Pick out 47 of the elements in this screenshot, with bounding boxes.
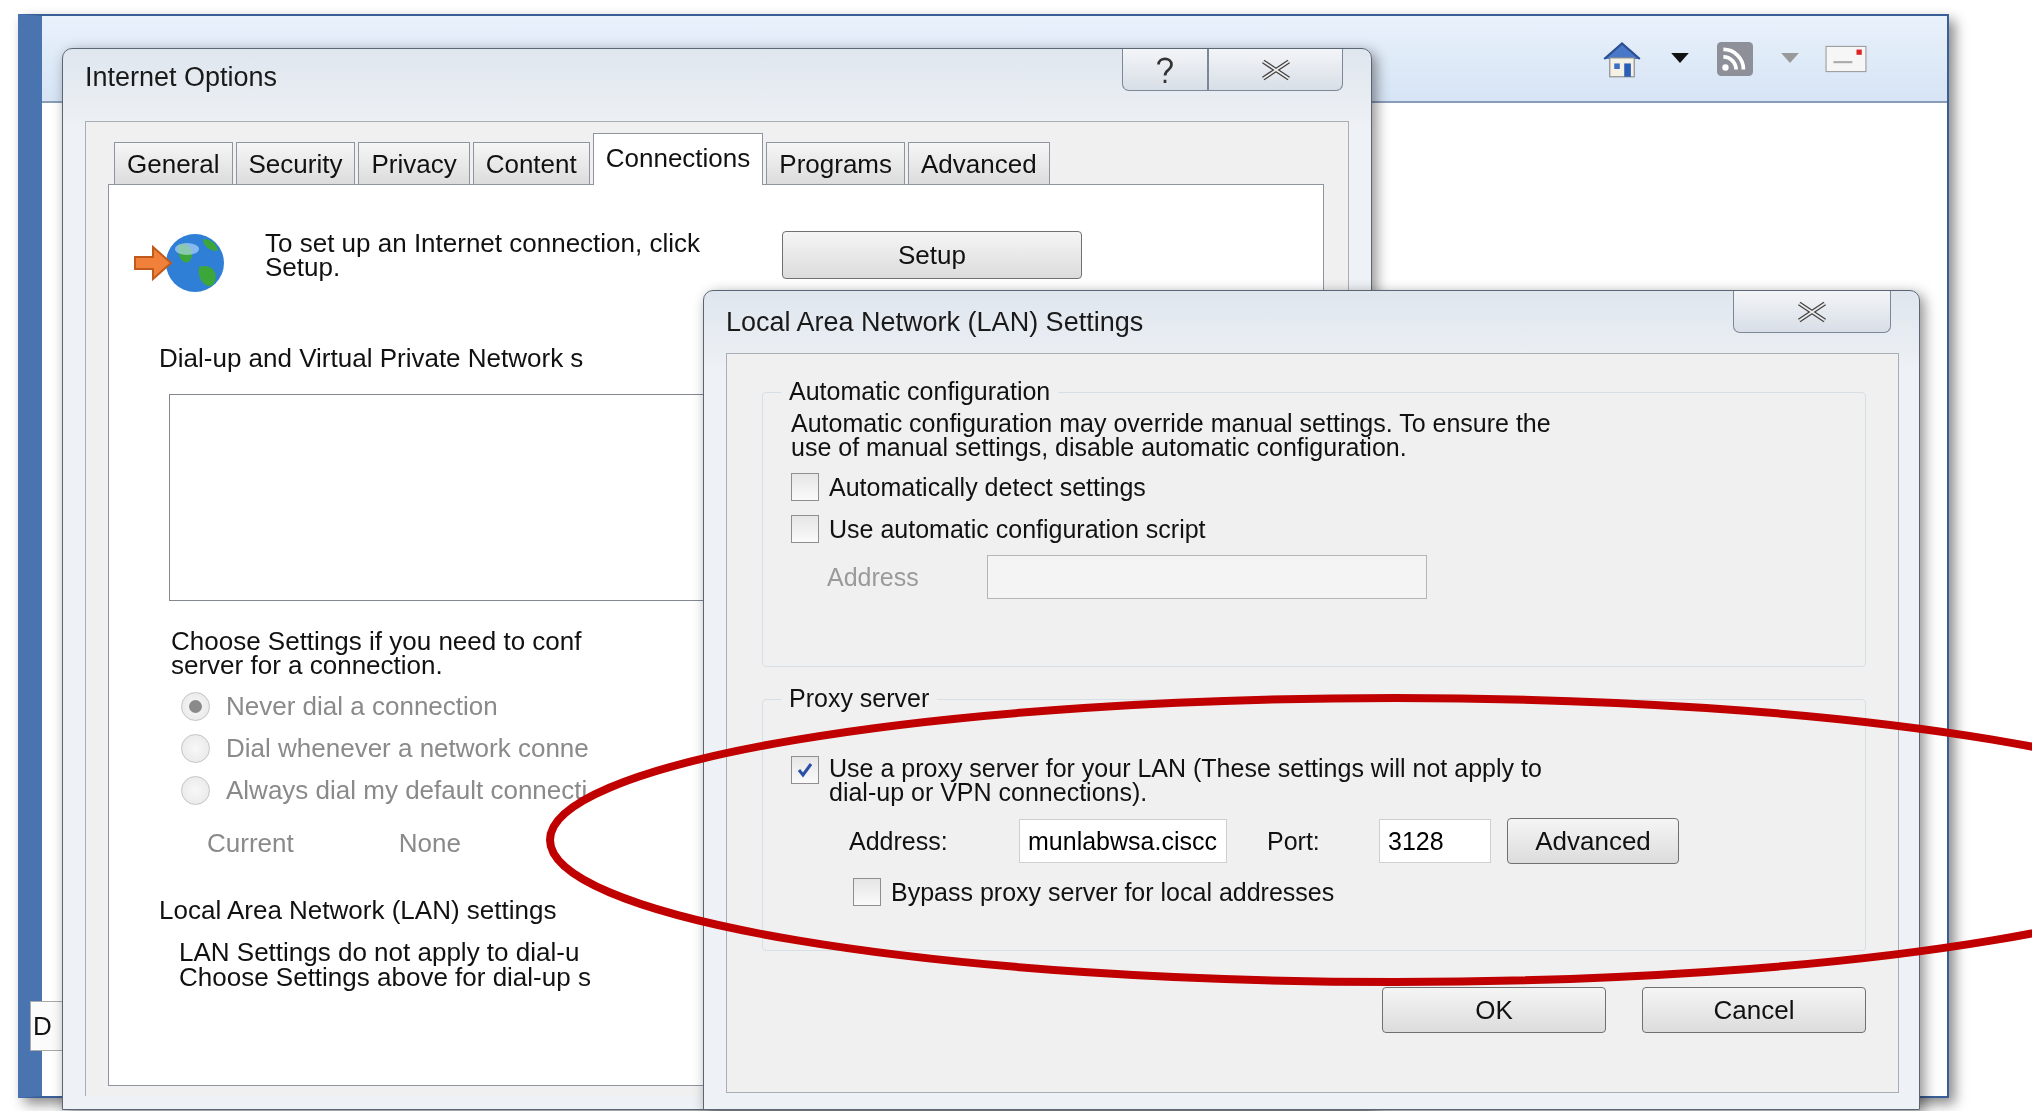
checkbox[interactable] bbox=[791, 473, 819, 501]
field-label: Address bbox=[827, 562, 920, 592]
option-label: Never dial a connection bbox=[226, 691, 498, 722]
tab[interactable]: General bbox=[114, 142, 233, 184]
close-button[interactable] bbox=[1208, 49, 1343, 91]
window-title: Local Area Network (LAN) Settings bbox=[726, 306, 1144, 338]
port-field[interactable]: 3128 bbox=[1379, 819, 1491, 863]
close-icon bbox=[1259, 58, 1292, 81]
ok-button[interactable]: OK bbox=[1382, 987, 1606, 1033]
feed-icon[interactable] bbox=[1715, 40, 1755, 77]
tab[interactable]: Security bbox=[235, 142, 356, 184]
close-button[interactable] bbox=[1733, 291, 1891, 333]
field-value: None bbox=[398, 828, 461, 859]
description-text: Automatic configuration may override manual settings. To ensure the use of manual settings, disable automatic configuration. bbox=[791, 411, 1551, 459]
checkbox[interactable] bbox=[853, 878, 881, 906]
mail-icon[interactable] bbox=[1825, 44, 1867, 73]
option-label: Dial whenever a network conne bbox=[226, 733, 589, 764]
cancel-button[interactable]: Cancel bbox=[1642, 987, 1866, 1033]
setup-button[interactable]: Setup bbox=[782, 231, 1082, 279]
tab[interactable]: Content bbox=[472, 142, 590, 184]
instruction-text: Choose Settings if you need to conf server for a connection. bbox=[171, 629, 582, 677]
checkmark-icon bbox=[795, 760, 815, 780]
tab[interactable]: Connections bbox=[592, 133, 764, 185]
field-label: Address: bbox=[849, 826, 949, 856]
close-icon bbox=[1796, 300, 1828, 323]
tab[interactable]: Advanced bbox=[908, 142, 1050, 184]
checked-checkbox[interactable] bbox=[791, 756, 819, 784]
checkbox-label: Bypass proxy server for local addresses bbox=[891, 880, 1335, 904]
field-label: Current bbox=[207, 828, 294, 859]
option-label: Always dial my default connecti bbox=[226, 775, 588, 806]
field-label: Port: bbox=[1267, 826, 1321, 856]
checkbox-label: Use a proxy server for your LAN (These settings will not apply to dial-up or VPN connections). bbox=[829, 756, 1542, 804]
tab[interactable]: Programs bbox=[766, 142, 905, 184]
checkbox-label: Use automatic configuration script bbox=[829, 517, 1206, 541]
dropdown-arrow-icon[interactable] bbox=[1671, 53, 1689, 64]
address-field[interactable]: munlabwsa.ciscc bbox=[1019, 819, 1227, 863]
window-title: Internet Options bbox=[85, 61, 278, 93]
section-heading: Dial-up and Virtual Private Network s bbox=[159, 343, 584, 374]
help-button[interactable] bbox=[1122, 49, 1208, 91]
checkbox-label: Automatically detect settings bbox=[829, 475, 1146, 499]
instruction-text: LAN Settings do not apply to dial-u Choose Settings above for dial-up s bbox=[179, 940, 591, 990]
section-heading: Local Area Network (LAN) settings bbox=[159, 895, 557, 926]
checkbox[interactable] bbox=[791, 515, 819, 543]
tab[interactable]: Privacy bbox=[358, 142, 470, 184]
help-icon bbox=[1154, 55, 1176, 84]
instruction-text: To set up an Internet connection, click Setup. bbox=[265, 231, 702, 279]
advanced-button[interactable]: Advanced bbox=[1507, 818, 1679, 864]
